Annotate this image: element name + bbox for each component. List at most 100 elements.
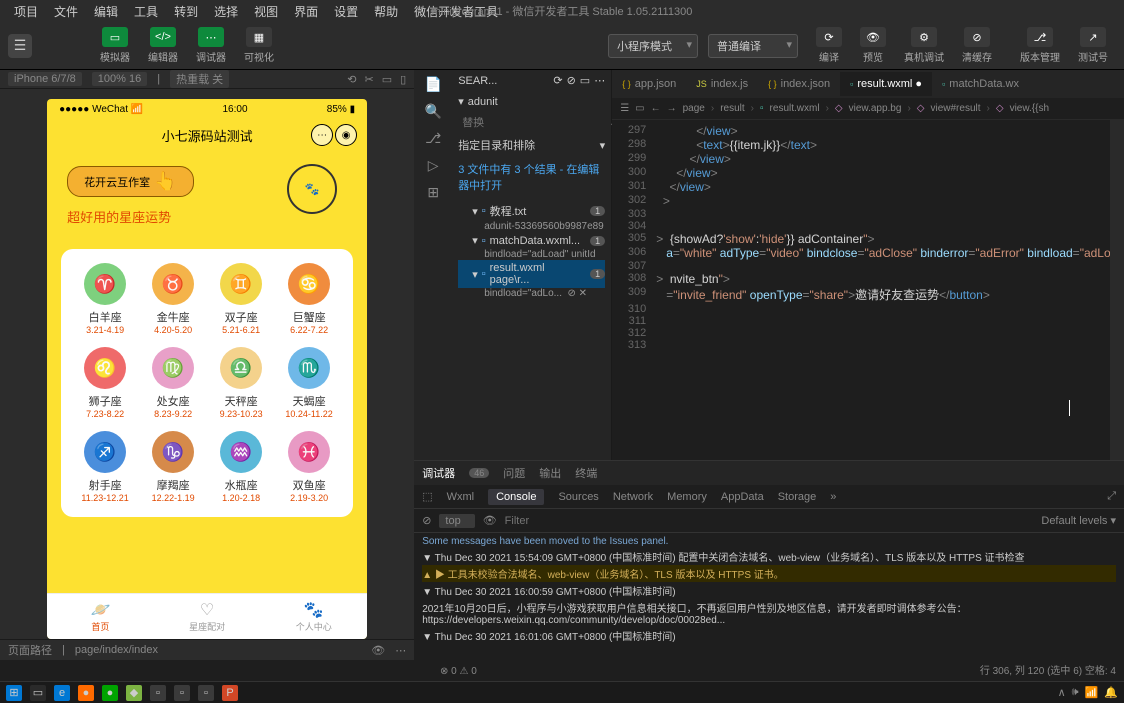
zodiac-item[interactable]: ♒ 水瓶座 1.20-2.18 [211,431,271,503]
tab-profile[interactable]: 🐾个人中心 [260,594,367,639]
log-entry[interactable]: ▼ Thu Dec 30 2021 15:54:09 GMT+0800 (中国标… [422,548,1116,565]
branch-icon[interactable]: ⎇ [425,130,441,147]
subtab-memory[interactable]: Memory [667,491,707,503]
console-log[interactable]: Some messages have been moved to the Iss… [414,533,1124,660]
clear-cache-button[interactable]: ⊘清缓存 [954,25,1000,66]
zodiac-item[interactable]: ♐ 射手座 11.23-12.21 [75,431,135,503]
vcs-button[interactable]: ⎇版本管理 [1012,25,1068,66]
zodiac-item[interactable]: ♋ 巨蟹座 6.22-7.22 [279,263,339,335]
menu-item[interactable]: 帮助 [368,1,404,22]
simulator-toggle[interactable]: ▭模拟器 [92,25,138,66]
log-entry[interactable]: ▲ ▶ 工具未校验合法域名、web-view（业务域名）、TLS 版本以及 HT… [422,565,1116,582]
search-icon[interactable]: 🔍 [424,103,441,120]
more-icon[interactable]: ⋯ [395,644,406,657]
search-result-line[interactable]: bindload="adLoad" unitId [458,249,605,260]
replace-input[interactable] [462,117,604,129]
zodiac-item[interactable]: ♑ 摩羯座 12.22-1.19 [143,431,203,503]
editor-tab[interactable]: ▫ matchData.wx [932,72,1029,96]
menu-item[interactable]: 视图 [248,1,284,22]
search-input[interactable] [468,96,610,108]
editor-toggle[interactable]: </>编辑器 [140,25,186,66]
preview-button[interactable]: 👁预览 [852,25,894,66]
ppt-icon[interactable]: P [222,685,238,701]
subtab-sources[interactable]: Sources [558,491,598,503]
inspect-icon[interactable]: ⬚ [422,490,432,503]
refresh-icon[interactable]: ⟳ [553,74,562,87]
fwd-icon[interactable]: → [667,103,677,114]
levels-select[interactable]: Default levels ▾ [1041,514,1116,527]
more-tabs[interactable]: » [830,491,836,503]
eye-icon[interactable]: 👁 [371,644,385,657]
hotreload-toggle[interactable]: 热重载 关 [170,70,229,88]
collapse-icon[interactable]: ▭ [580,74,590,87]
menu-item[interactable]: 转到 [168,1,204,22]
status-position[interactable]: 行 306, 列 120 (选中 6) 空格: 4 [980,662,1116,677]
menu-item[interactable]: 工具 [128,1,164,22]
subtab-storage[interactable]: Storage [778,491,817,503]
zodiac-item[interactable]: ♌ 狮子座 7.23-8.22 [75,347,135,419]
tab-match[interactable]: ♡星座配对 [154,594,261,639]
ext-icon[interactable]: ⊞ [427,184,439,201]
menu-item[interactable]: 选择 [208,1,244,22]
cut-icon[interactable]: ✂ [365,73,374,86]
eye-icon[interactable]: 👁 [483,514,497,527]
editor-tab[interactable]: ▫ result.wxml ● [840,72,932,96]
real-debug-button[interactable]: ⚙真机调试 [896,25,952,66]
rotate-icon[interactable]: ⟲ [347,73,356,86]
search-result-file[interactable]: ▾ ▫ 教程.txt1 [458,201,605,221]
tray-icon[interactable]: ∧ [1058,686,1066,699]
devtools-icon[interactable]: ▫ [150,685,166,701]
search-result-line[interactable]: adunit-53369560b9987e89 [458,221,605,232]
editor-tab[interactable]: { } app.json [612,72,686,96]
clear-console-icon[interactable]: ⊘ [422,514,431,527]
zodiac-item[interactable]: ♉ 金牛座 4.20-5.20 [143,263,203,335]
compile-button[interactable]: ⟳编译 [808,25,850,66]
testid-button[interactable]: ↗测试号 [1070,25,1116,66]
search-result-file[interactable]: ▾ ▫ matchData.wxml...1 [458,232,605,249]
menu-item[interactable]: 设置 [328,1,364,22]
debug-icon[interactable]: ▷ [428,157,439,174]
zodiac-item[interactable]: ♍ 处女座 8.23-9.22 [143,347,203,419]
page-path[interactable]: page/index/index [75,644,158,656]
log-entry[interactable]: 2021年10月20日后，小程序与小游戏获取用户信息相关接口，不再返回用户性别及… [422,599,1116,627]
search-result-line[interactable]: bindload="adLo... ⊘ ✕ [458,288,605,299]
context-select[interactable]: top [439,514,474,528]
clear-icon[interactable]: ⊘ [567,74,576,87]
mode-select[interactable]: 小程序模式 [608,34,698,58]
subtab-network[interactable]: Network [613,491,653,503]
expand-icon[interactable]: ⤢ [1107,490,1116,503]
subtab-console[interactable]: Console [488,489,544,505]
console-tab-terminal[interactable]: 终端 [575,465,597,481]
zodiac-item[interactable]: ♏ 天蝎座 10.24-11.22 [279,347,339,419]
exclude-label[interactable]: 指定目录和排除 [458,137,535,153]
zodiac-item[interactable]: ♈ 白羊座 3.21-4.19 [75,263,135,335]
edge-icon[interactable]: e [54,685,70,701]
zodiac-item[interactable]: ♊ 双子座 5.21-6.21 [211,263,271,335]
editor-tab[interactable]: JS index.js [686,72,758,96]
subtab-wxml[interactable]: Wxml [447,491,475,503]
search-result-file[interactable]: ▾ ▫ result.wxml page\r...1 [458,260,605,288]
back-icon[interactable]: ← [651,103,661,114]
editor-tab[interactable]: { } index.json [758,72,840,96]
tray-icon[interactable]: 📶 [1085,686,1099,699]
tray-icon[interactable]: 🕪 [1072,686,1079,699]
search-summary[interactable]: 3 文件中有 3 个结果 - 在编辑器中打开 [458,161,605,193]
bc-icon[interactable]: ☰ [620,103,629,114]
debugger-toggle[interactable]: ⋯调试器 [188,25,234,66]
zodiac-item[interactable]: ♓ 双鱼座 2.19-3.20 [279,431,339,503]
filter-input[interactable] [505,515,1034,527]
task-icon[interactable]: ● [78,685,94,701]
console-tab-debugger[interactable]: 调试器 [422,465,455,481]
breadcrumb[interactable]: ☰ ▭ ← → page› result› ▫result.wxml› ◇vie… [612,98,1124,120]
task-icon[interactable]: ▭ [30,685,46,701]
log-entry[interactable]: Some messages have been moved to the Iss… [422,535,1116,548]
start-icon[interactable]: ⊞ [6,685,22,701]
task-icon[interactable]: ▫ [174,685,190,701]
capsule-close[interactable]: ◉ [335,124,357,146]
minimap[interactable] [1110,120,1124,460]
tab-home[interactable]: 🪐首页 [47,594,154,639]
capsule-menu[interactable]: ⋯ [311,124,333,146]
menu-item[interactable]: 编辑 [88,1,124,22]
zodiac-item[interactable]: ♎ 天秤座 9.23-10.23 [211,347,271,419]
compile-select[interactable]: 普通编译 [708,34,798,58]
